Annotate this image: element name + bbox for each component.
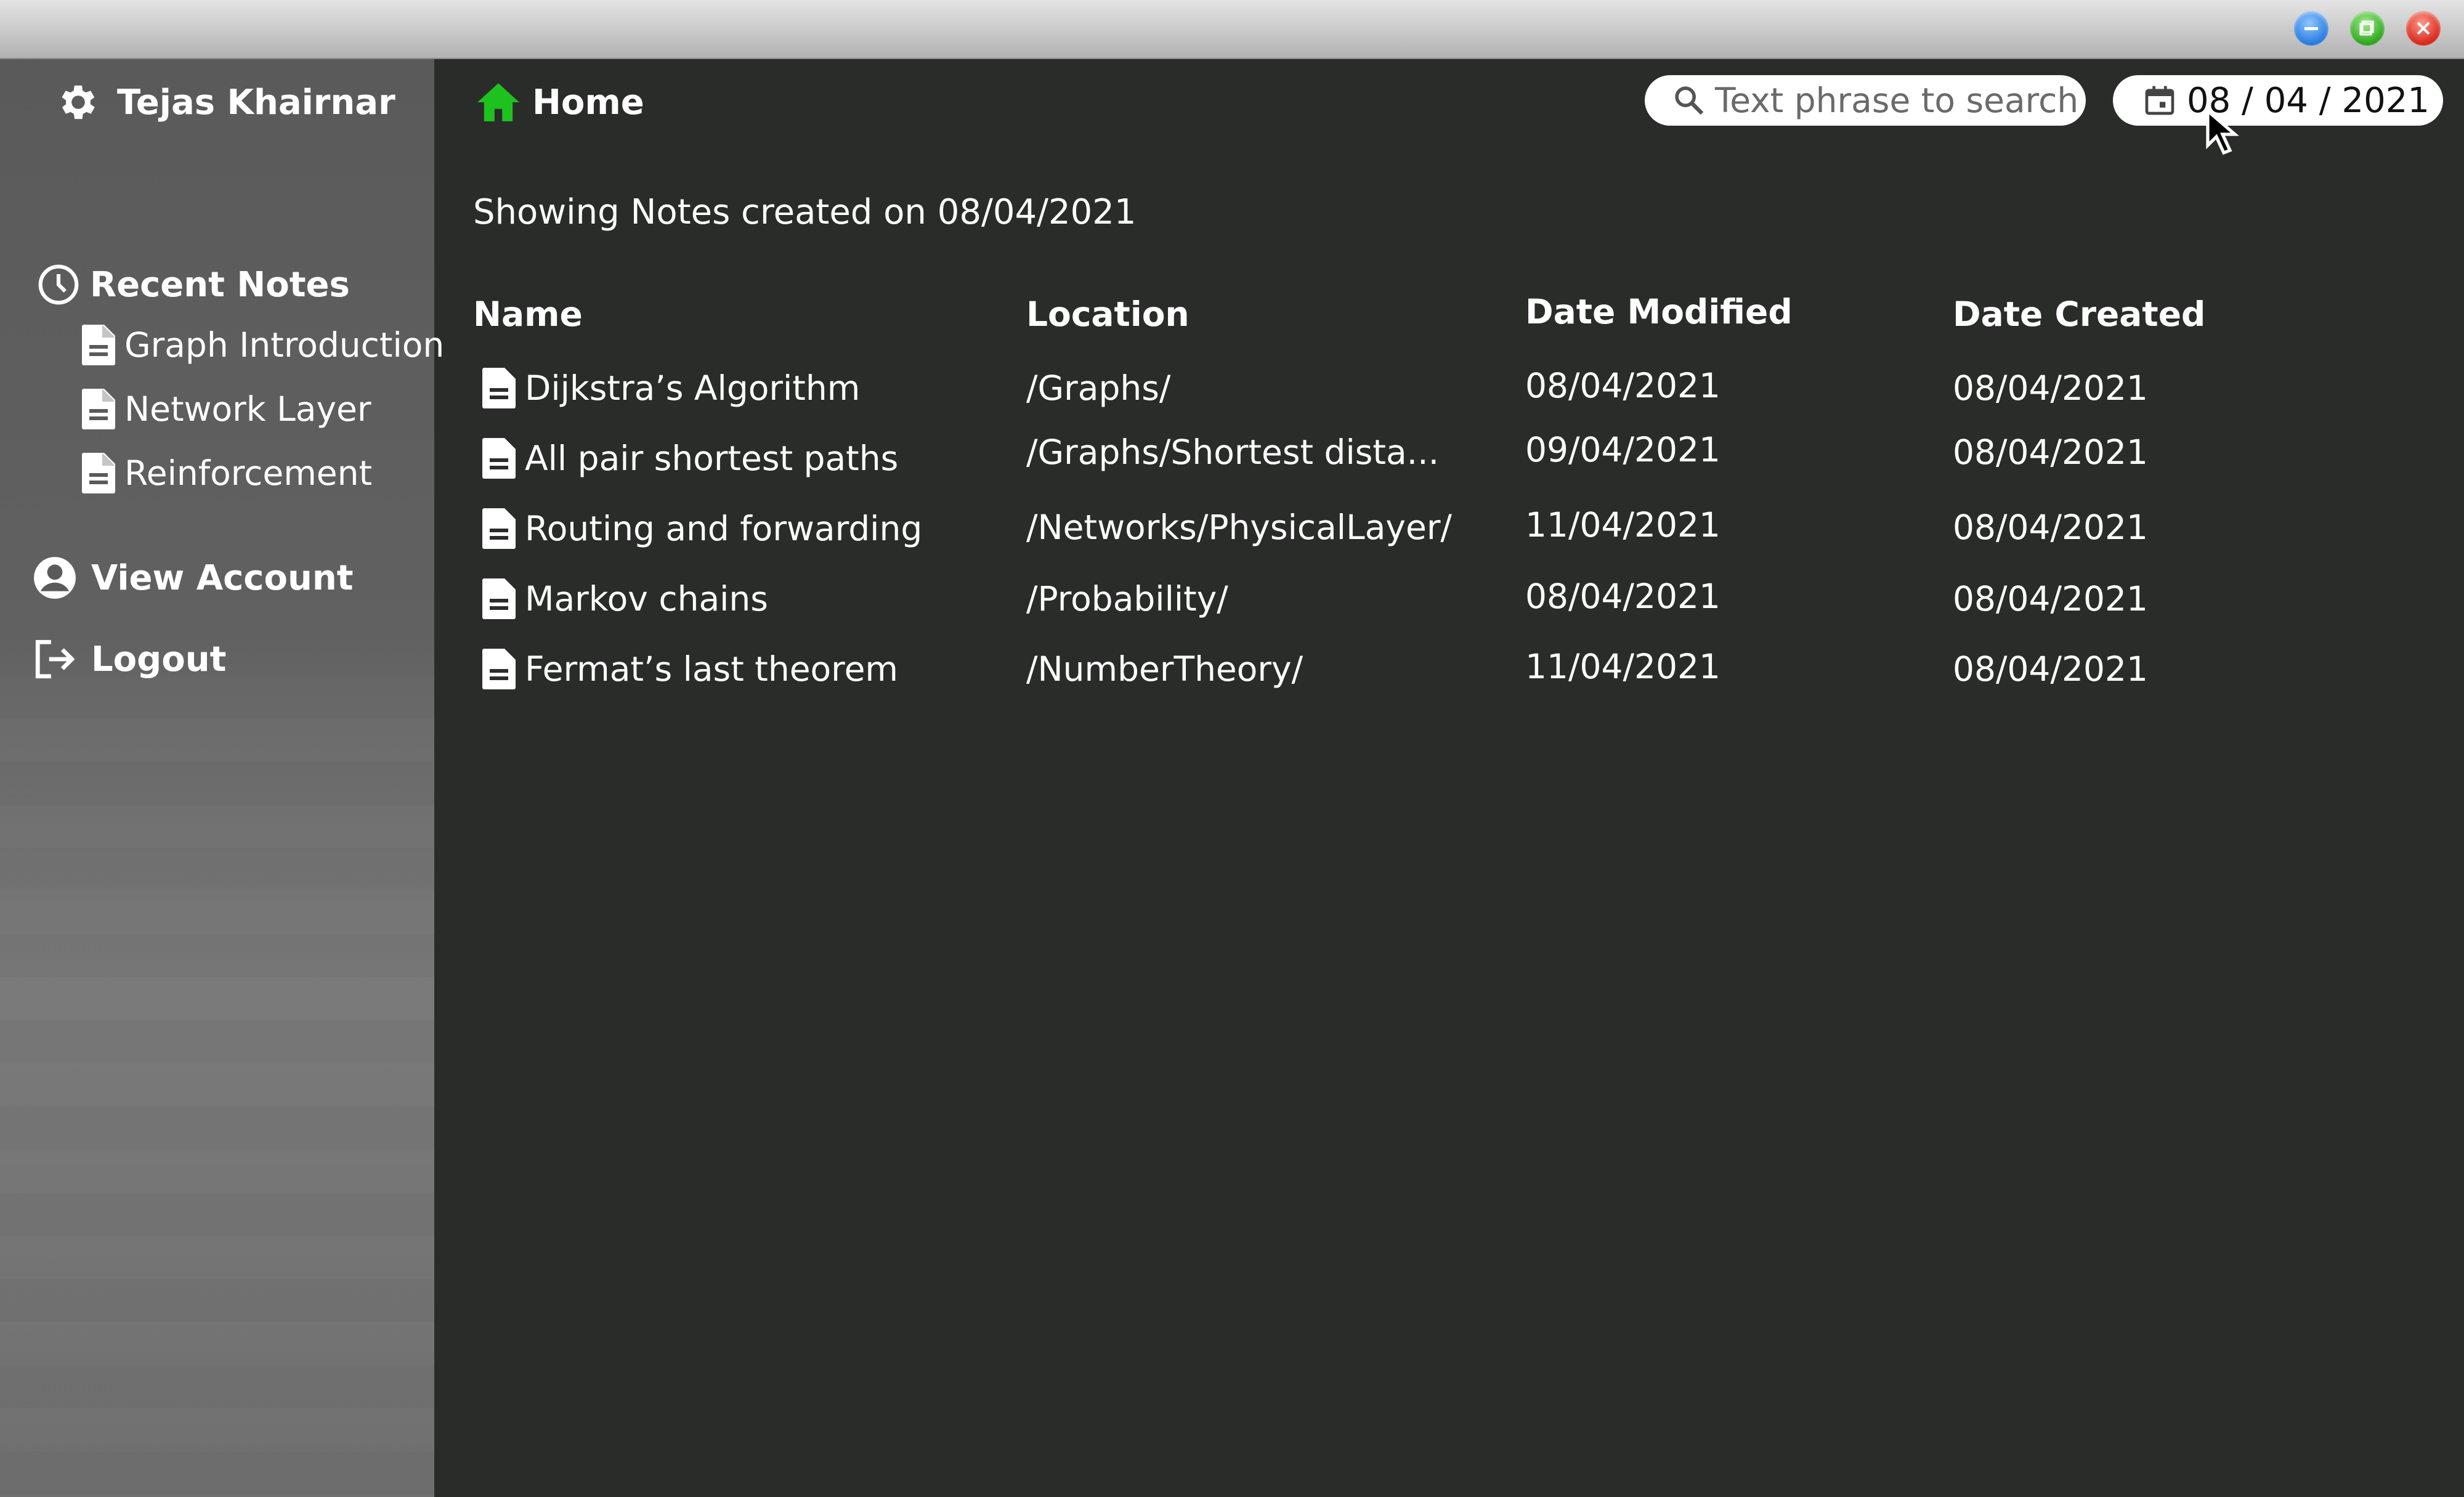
recent-note-label: Network Layer [124, 389, 371, 429]
note-name: Markov chains [525, 579, 768, 619]
document-icon [482, 578, 516, 619]
window-titlebar [0, 0, 2464, 59]
table-row-name[interactable]: Routing and forwarding [480, 504, 922, 553]
table-row-date-created: 08/04/2021 [1953, 508, 2149, 547]
view-account-button[interactable]: View Account [32, 553, 353, 602]
mouse-cursor-icon [2206, 108, 2239, 155]
document-icon [482, 368, 516, 408]
recent-note-label: Graph Introduction [124, 325, 445, 365]
close-icon [2417, 22, 2430, 35]
view-account-label: View Account [91, 558, 354, 598]
table-row-location: /NumberTheory/ [1026, 649, 1303, 689]
calendar-icon [2145, 86, 2174, 115]
user-profile[interactable]: Tejas Khairnar [55, 78, 395, 127]
column-header-date-created[interactable]: Date Created [1953, 290, 2205, 339]
clock-icon [38, 264, 79, 305]
table-row-name[interactable]: Dijkstra’s Algorithm [480, 363, 860, 413]
table-row-date-created: 08/04/2021 [1953, 649, 2149, 689]
table-row-date-modified: 08/04/2021 [1525, 366, 1721, 405]
page-title: Home [532, 82, 644, 123]
recent-note-item[interactable]: Graph Introduction [80, 320, 444, 370]
recent-notes-label: Recent Notes [90, 264, 350, 305]
home-icon [477, 83, 519, 121]
maximize-button[interactable] [2350, 11, 2385, 46]
table-row-name[interactable]: Fermat’s last theorem [480, 644, 898, 694]
maximize-icon [2359, 20, 2374, 36]
account-circle-icon [34, 557, 76, 599]
table-row-date-modified: 11/04/2021 [1525, 505, 1721, 545]
note-name: Dijkstra’s Algorithm [525, 368, 861, 408]
table-row-date-created: 08/04/2021 [1953, 579, 2149, 619]
gear-icon [62, 85, 95, 120]
document-icon [82, 389, 115, 429]
document-icon [482, 438, 516, 479]
table-row-name[interactable]: Markov chains [480, 574, 768, 623]
search-input[interactable]: Text phrase to search [1645, 75, 2086, 126]
recent-note-item[interactable]: Reinforcement [80, 448, 372, 498]
document-icon [482, 508, 516, 549]
table-row-location: /Networks/PhysicalLayer/ [1026, 508, 1452, 547]
search-placeholder: Text phrase to search [1715, 81, 2079, 120]
recent-note-item[interactable]: Network Layer [80, 384, 371, 434]
recent-note-label: Reinforcement [124, 453, 373, 493]
document-icon [82, 325, 115, 365]
table-row-name[interactable]: All pair shortest paths [480, 434, 898, 483]
column-header-name[interactable]: Name [473, 290, 583, 339]
logout-label: Logout [91, 639, 227, 680]
document-icon [482, 649, 516, 689]
minimize-button[interactable] [2294, 11, 2328, 46]
sidebar-background [0, 675, 434, 1497]
note-name: Routing and forwarding [525, 509, 923, 548]
minimize-icon [2304, 27, 2318, 30]
column-header-location[interactable]: Location [1026, 290, 1189, 339]
table-row-location: /Graphs/ [1026, 368, 1171, 408]
close-button[interactable] [2406, 11, 2441, 46]
table-row-date-created: 08/04/2021 [1953, 432, 2149, 472]
user-name: Tejas Khairnar [117, 82, 395, 123]
table-row-date-modified: 09/04/2021 [1525, 430, 1721, 469]
note-name: All pair shortest paths [525, 439, 899, 478]
date-picker[interactable]: 08 / 04 / 2021 [2113, 75, 2443, 126]
results-description: Showing Notes created on 08/04/2021 [473, 192, 1137, 232]
logout-button[interactable]: Logout [32, 635, 226, 684]
table-row-date-modified: 11/04/2021 [1525, 647, 1721, 686]
logout-icon [35, 639, 75, 679]
table-row-date-modified: 08/04/2021 [1525, 577, 1721, 616]
column-header-date-modified[interactable]: Date Modified [1525, 287, 1793, 336]
search-icon [1675, 86, 1704, 115]
home-breadcrumb[interactable]: Home [476, 78, 644, 127]
table-row-date-created: 08/04/2021 [1953, 368, 2149, 408]
document-icon [82, 453, 115, 493]
note-name: Fermat’s last theorem [525, 649, 898, 689]
recent-notes-heading: Recent Notes [36, 260, 350, 309]
table-row-location: /Graphs/Shortest dista... [1026, 432, 1440, 472]
table-row-location: /Probability/ [1026, 579, 1228, 619]
